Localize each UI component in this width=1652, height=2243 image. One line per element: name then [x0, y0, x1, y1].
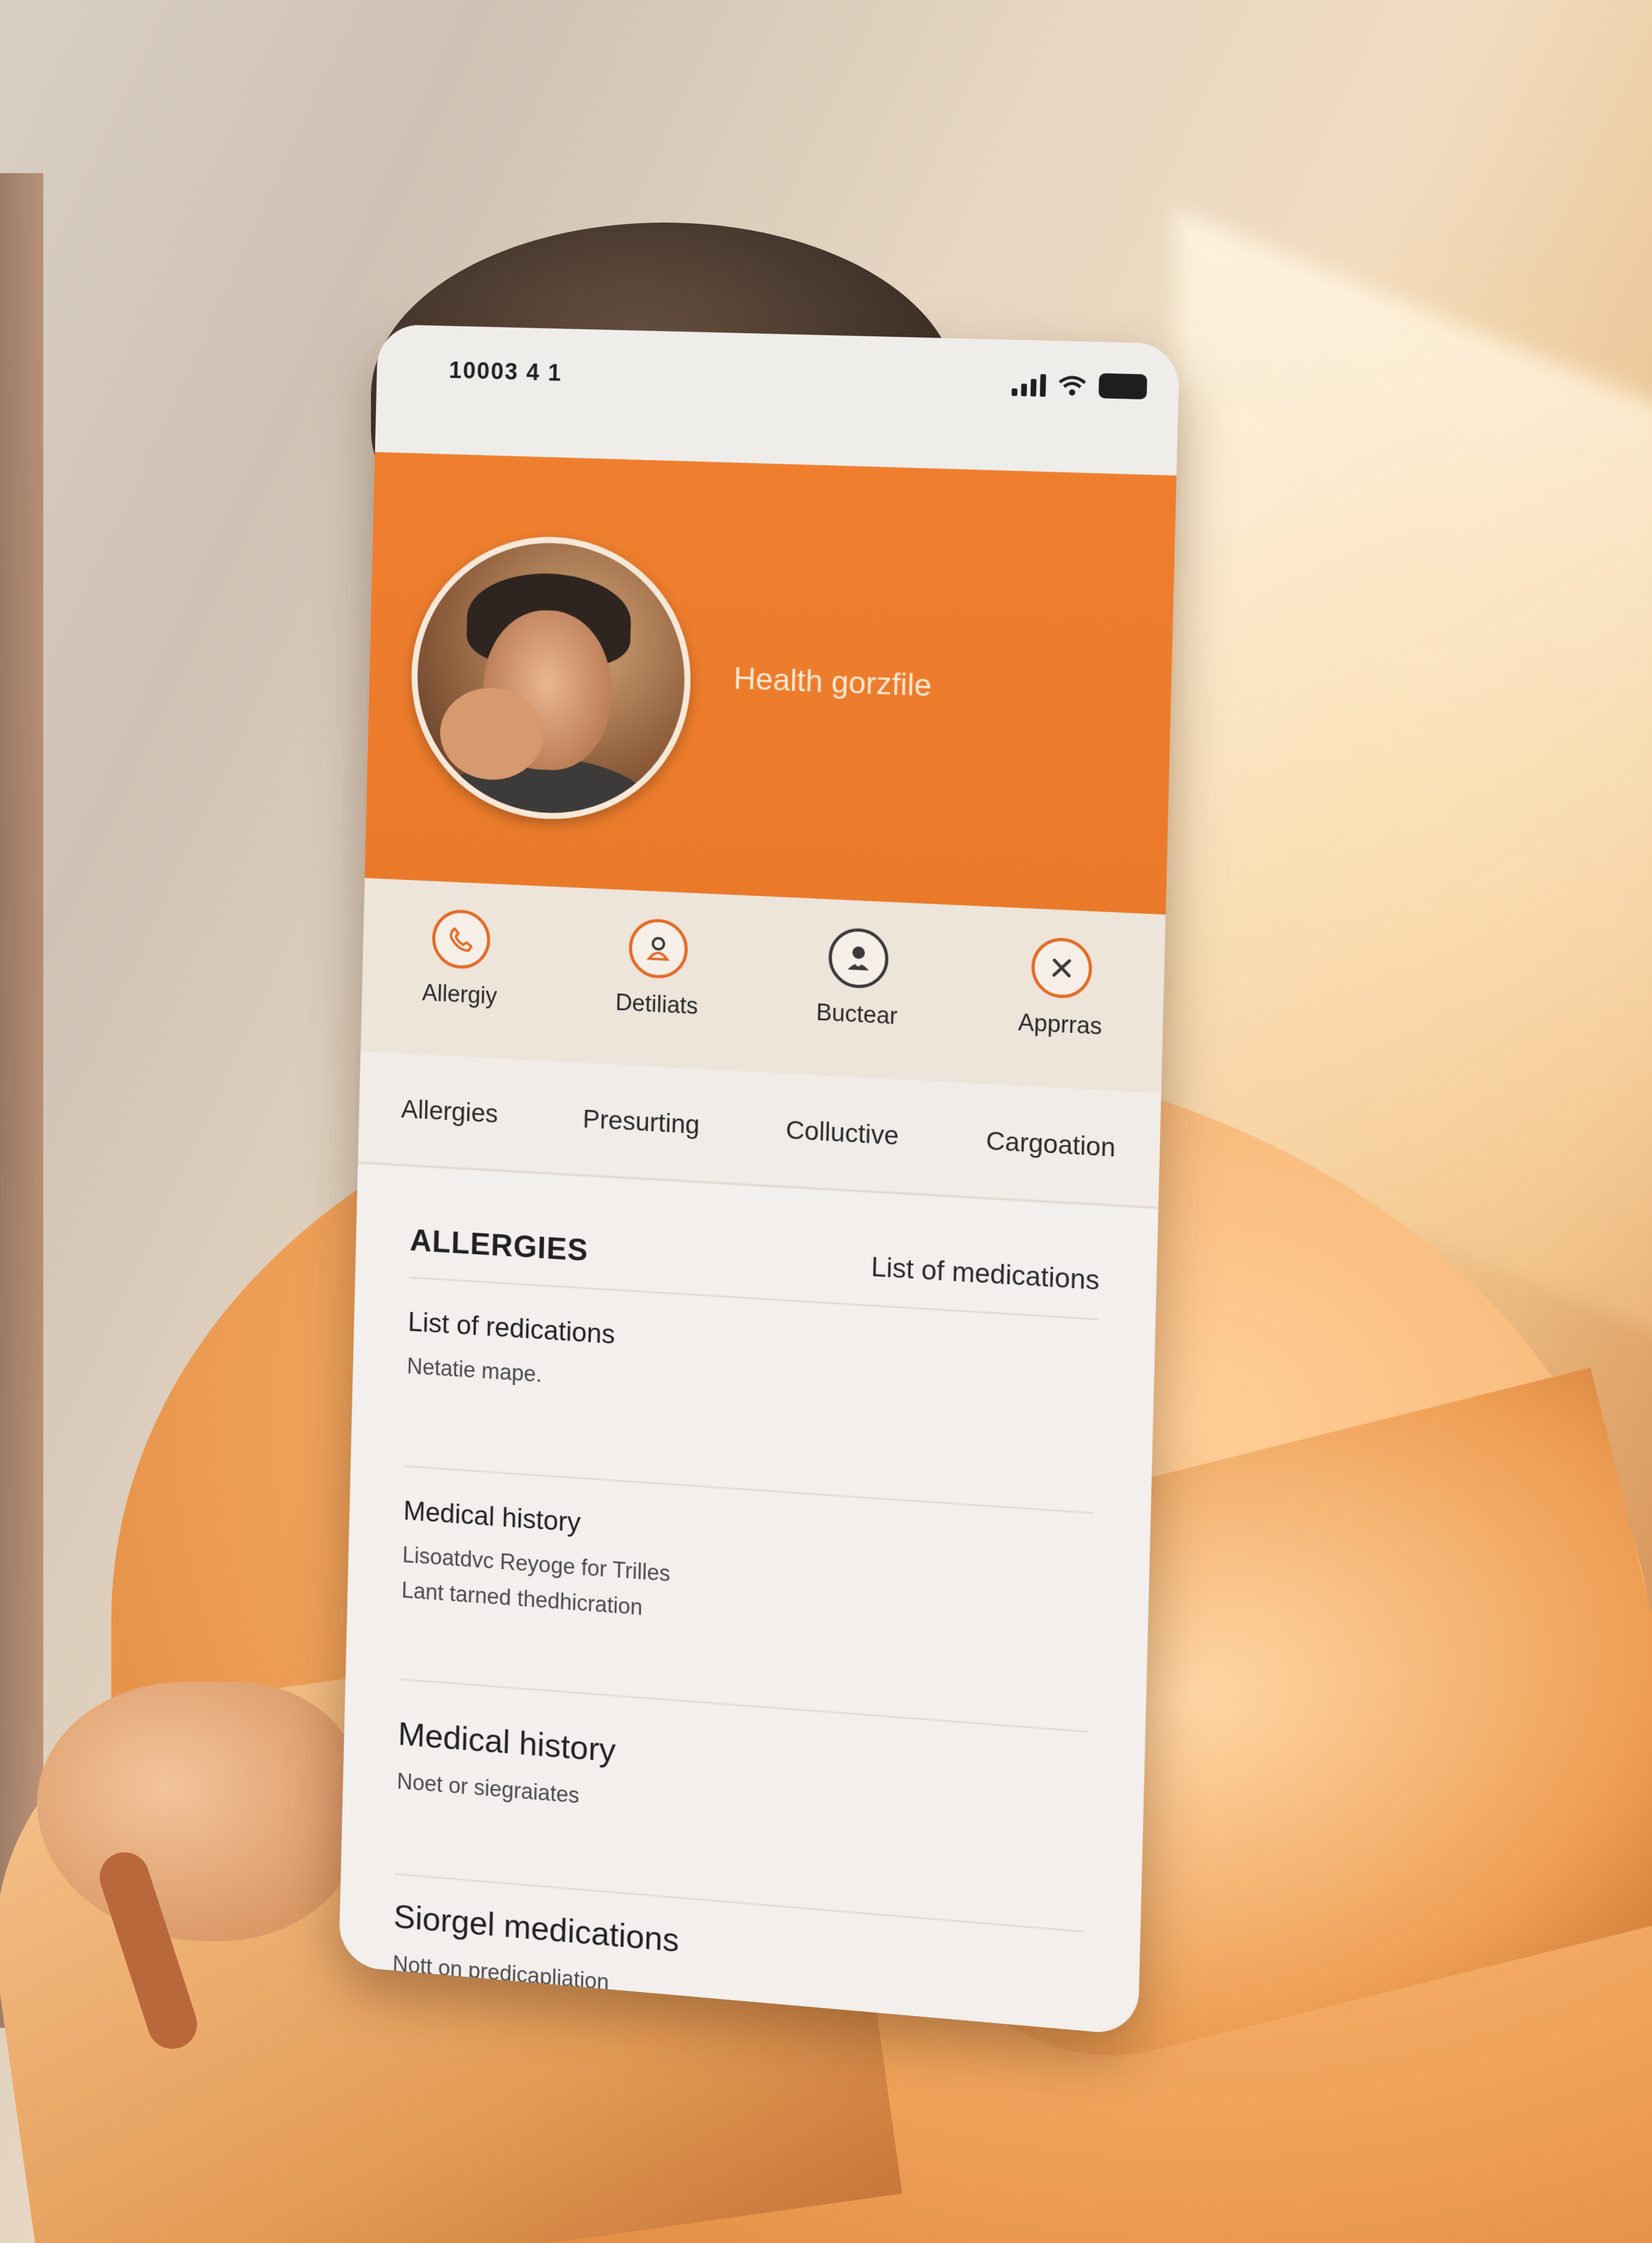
- quick-action-doctor[interactable]: Buctear: [776, 925, 940, 1032]
- profile-header: Health gorzfile: [364, 452, 1177, 915]
- list-item[interactable]: Medical history Noet or siegraiates: [394, 1714, 1088, 1933]
- list-item[interactable]: Medical history Lisoatdvc Reyoge for Tri…: [399, 1496, 1093, 1733]
- section-title: ALLERGIES: [409, 1222, 589, 1268]
- battery-icon: [1098, 373, 1147, 400]
- profile-title: Health gorzfile: [733, 660, 932, 703]
- tab-allergies[interactable]: Allergies: [393, 1087, 506, 1135]
- photo-scene: 10003 4 1 Health gorzfile Allergiy Detil…: [0, 0, 1652, 2243]
- background-door-edge: [0, 173, 43, 2028]
- tab-cargoation[interactable]: Cargoation: [978, 1119, 1123, 1169]
- tab-colluctive[interactable]: Colluctive: [778, 1108, 906, 1157]
- status-bar: 10003 4 1: [375, 324, 1180, 476]
- doctor-icon: [827, 927, 889, 990]
- medications-link[interactable]: List of medications: [871, 1252, 1099, 1296]
- person-icon: [628, 917, 688, 980]
- close-icon: [1030, 936, 1092, 1000]
- content-area: ALLERGIES List of medications List of re…: [338, 1164, 1159, 2036]
- quick-action-label: Allergiy: [422, 980, 498, 1010]
- quick-action-details[interactable]: Detiliats: [577, 916, 738, 1023]
- phone-icon: [431, 908, 491, 970]
- signal-icon: [1011, 373, 1046, 397]
- quick-action-approvals[interactable]: Apprras: [978, 934, 1144, 1042]
- tab-presurting[interactable]: Presurting: [575, 1097, 707, 1146]
- quick-action-label: Detiliats: [615, 989, 699, 1020]
- avatar[interactable]: [408, 532, 694, 825]
- status-icons: [1011, 371, 1147, 400]
- quick-action-label: Buctear: [815, 999, 898, 1030]
- quick-action-label: Apprras: [1018, 1009, 1102, 1041]
- quick-action-allergy[interactable]: Allergiy: [381, 906, 540, 1012]
- section-header: ALLERGIES List of medications: [409, 1203, 1101, 1321]
- phone-screen: 10003 4 1 Health gorzfile Allergiy Detil…: [338, 324, 1180, 2036]
- wifi-icon: [1058, 375, 1086, 398]
- list-item[interactable]: List of redications Netatie mape.: [404, 1306, 1098, 1514]
- status-time: 10003 4 1: [448, 357, 563, 386]
